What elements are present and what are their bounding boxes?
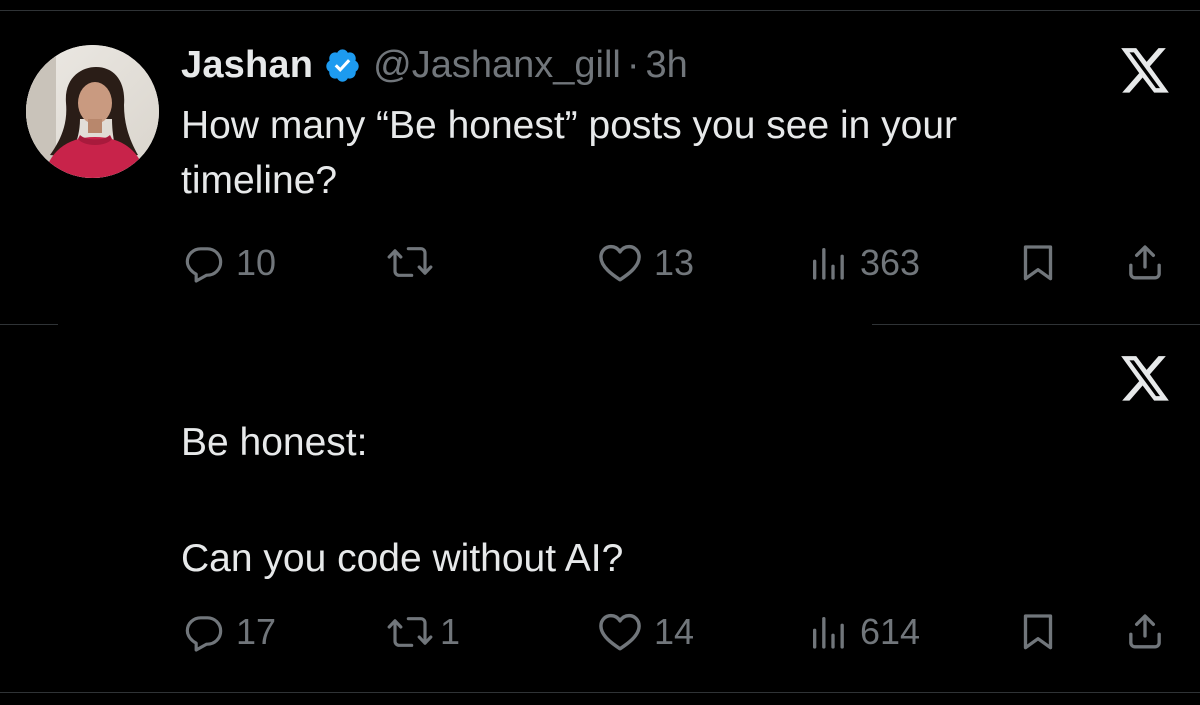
bookmark-icon: [1023, 245, 1053, 281]
reply-button[interactable]: 17: [184, 611, 276, 653]
view-count: 363: [860, 242, 921, 283]
screenshot-canvas: Jashan @Jashanx_gill · 3h How many “Be h…: [0, 0, 1200, 705]
like-count: 14: [654, 611, 695, 652]
share-button[interactable]: [1125, 242, 1165, 282]
share-button[interactable]: [1125, 611, 1165, 651]
divider: [872, 324, 1200, 325]
reply-button[interactable]: 10: [184, 242, 276, 284]
post-time[interactable]: 3h: [646, 44, 688, 87]
x-logo-icon: [1121, 48, 1169, 93]
bottom-divider: [0, 692, 1200, 693]
views-button[interactable]: 614: [808, 611, 920, 653]
tweet-header: Jashan @Jashanx_gill · 3h: [181, 44, 688, 87]
views-button[interactable]: 363: [808, 242, 920, 284]
retweet-icon: [387, 247, 433, 277]
like-button[interactable]: 13: [598, 242, 694, 284]
tweet-text: Be honest: Can you code without AI?: [181, 421, 624, 580]
retweet-icon: [387, 617, 433, 647]
share-icon: [1129, 614, 1161, 649]
bookmark-button[interactable]: [1018, 242, 1058, 282]
x-logo-icon: [1121, 356, 1169, 401]
retweet-button[interactable]: [386, 242, 446, 282]
retweet-count: 1: [440, 611, 461, 652]
avatar-photo: [26, 45, 159, 178]
bar-chart-icon: [813, 248, 844, 280]
share-icon: [1129, 245, 1161, 280]
retweet-button[interactable]: 1: [386, 611, 460, 653]
verified-badge-icon: [326, 49, 359, 82]
reply-count: 10: [236, 242, 277, 283]
reply-count: 17: [236, 611, 277, 652]
bookmark-icon: [1023, 614, 1053, 650]
author-name[interactable]: Jashan: [181, 44, 313, 87]
like-button[interactable]: 14: [598, 611, 694, 653]
avatar[interactable]: [26, 45, 159, 178]
author-handle[interactable]: @Jashanx_gill: [373, 44, 621, 87]
bookmark-button[interactable]: [1018, 611, 1058, 651]
divider: [0, 324, 58, 325]
separator-dot: ·: [626, 44, 640, 86]
reply-bubble-icon: [185, 247, 223, 283]
top-divider: [0, 10, 1200, 11]
bar-chart-icon: [813, 617, 844, 649]
heart-icon: [599, 613, 641, 651]
heart-icon: [599, 244, 641, 282]
like-count: 13: [654, 242, 695, 283]
tweet-text: How many “Be honest” posts you see in yo…: [181, 104, 958, 202]
view-count: 614: [860, 611, 921, 652]
reply-bubble-icon: [185, 616, 223, 652]
